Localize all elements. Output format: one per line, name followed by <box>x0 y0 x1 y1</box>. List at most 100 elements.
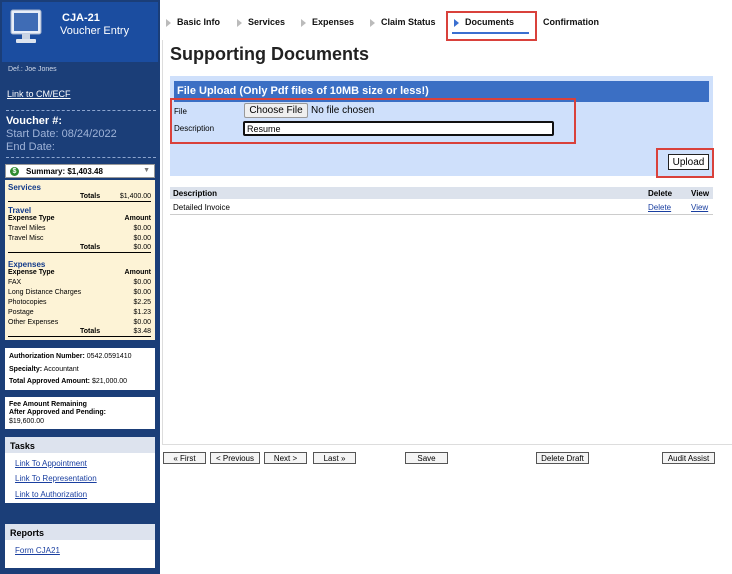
tasks-panel: Tasks Link To Appointment Link To Repres… <box>5 437 155 503</box>
row-label: Postage <box>8 309 34 316</box>
tasks-heading: Tasks <box>5 437 155 453</box>
form-subtitle: Voucher Entry <box>60 25 130 37</box>
save-button[interactable]: Save <box>405 452 448 464</box>
link-cmecf[interactable]: Link to CM/ECF <box>7 89 71 99</box>
row-value: $0.00 <box>133 279 151 286</box>
dollar-icon: $ <box>10 167 19 176</box>
fee-label-1: Fee Amount Remaining <box>9 401 87 408</box>
tab-label: Claim Status <box>381 17 436 27</box>
fee-label-2: After Approved and Pending: <box>9 409 106 416</box>
arrow-icon <box>237 18 242 27</box>
expenses-totals-row: Totals $3.48 <box>8 328 151 337</box>
row-label: Other Expenses <box>8 319 59 326</box>
services-heading: Services <box>8 183 41 192</box>
value: $21,000.00 <box>91 378 128 385</box>
arrow-icon <box>166 18 171 27</box>
totals-value: $3.48 <box>133 328 151 335</box>
specialty: Specialty: Accountant <box>9 366 79 373</box>
fee-value: $19,600.00 <box>9 418 45 425</box>
summary-total: Summary: $1,403.48 <box>26 167 103 176</box>
tab-services[interactable]: Services <box>237 17 285 27</box>
first-button[interactable]: « First <box>163 452 206 464</box>
divider <box>6 157 156 158</box>
summary-panel: Services Totals $1,400.00 Travel Expense… <box>5 180 155 340</box>
defendant-name: Def.: Joe Jones <box>8 66 57 73</box>
arrow-icon <box>370 18 375 27</box>
link-form-cja21[interactable]: Form CJA21 <box>15 546 60 555</box>
row-value: $0.00 <box>133 289 151 296</box>
row-label: FAX <box>8 279 22 286</box>
highlight-box <box>170 98 576 144</box>
services-totals-row: Totals $1,400.00 <box>8 193 151 202</box>
monitor-icon <box>10 9 42 43</box>
row-value: $0.00 <box>133 235 151 242</box>
travel-row: Travel Misc $0.00 <box>8 235 151 242</box>
authorization-number: Authorization Number: 0542.0591410 <box>9 353 132 360</box>
tab-label: Basic Info <box>177 17 221 27</box>
travel-heading: Travel <box>8 206 32 215</box>
table-header: Description Delete View <box>170 187 713 199</box>
travel-row: Travel Miles $0.00 <box>8 225 151 232</box>
col-expense-type: Expense Type <box>8 269 55 276</box>
col-amount: Amount <box>124 215 151 222</box>
reports-panel: Reports Form CJA21 <box>5 524 155 568</box>
tab-label: Services <box>248 17 286 27</box>
highlight-box <box>656 148 714 178</box>
tab-confirmation[interactable]: Confirmation <box>543 17 599 27</box>
tab-basic-info[interactable]: Basic Info <box>166 17 220 27</box>
table-row: Detailed Invoice Delete View <box>170 201 713 215</box>
travel-totals-row: Totals $0.00 <box>8 244 151 253</box>
fee-remaining-box: Fee Amount Remaining After Approved and … <box>5 397 155 429</box>
previous-button[interactable]: < Previous <box>210 452 260 464</box>
row-value: $0.00 <box>133 319 151 326</box>
expense-row: Photocopies $2.25 <box>8 299 151 306</box>
row-value: $0.00 <box>133 225 151 232</box>
expense-row: FAX $0.00 <box>8 279 151 286</box>
cell-description: Detailed Invoice <box>173 203 230 212</box>
end-date: End Date: <box>6 141 55 153</box>
page-title: Supporting Documents <box>170 44 369 64</box>
value: 0542.0591410 <box>86 353 132 360</box>
form-header: CJA-21 Voucher Entry <box>2 2 158 62</box>
last-button[interactable]: Last » <box>313 452 356 464</box>
expense-row: Postage $1.23 <box>8 309 151 316</box>
header-description: Description <box>173 189 218 198</box>
total-approved: Total Approved Amount: $21,000.00 <box>9 378 127 385</box>
view-link[interactable]: View <box>691 203 708 212</box>
header-view: View <box>691 189 710 198</box>
header-delete: Delete <box>648 189 673 198</box>
label: Specialty: <box>9 366 43 373</box>
divider <box>162 444 732 445</box>
highlight-box <box>446 11 537 41</box>
tab-label: Expenses <box>312 17 355 27</box>
totals-label: Totals <box>80 244 101 251</box>
totals-value: $1,400.00 <box>119 193 151 200</box>
tab-claim-status[interactable]: Claim Status <box>370 17 436 27</box>
audit-assist-button[interactable]: Audit Assist <box>662 452 715 464</box>
expense-row: Long Distance Charges $0.00 <box>8 289 151 296</box>
row-value: $1.23 <box>133 309 151 316</box>
expenses-col-header: Expense Type Amount <box>8 269 151 276</box>
totals-value: $0.00 <box>133 244 151 251</box>
value: Accountant <box>43 366 79 373</box>
row-label: Travel Miles <box>8 225 46 232</box>
row-label: Photocopies <box>8 299 47 306</box>
link-appointment[interactable]: Link To Appointment <box>15 459 87 468</box>
row-label: Long Distance Charges <box>8 289 82 296</box>
expense-row: Other Expenses $0.00 <box>8 319 151 326</box>
label: Total Approved Amount: <box>9 378 91 385</box>
tab-expenses[interactable]: Expenses <box>301 17 354 27</box>
delete-link[interactable]: Delete <box>648 203 671 212</box>
chevron-down-icon: ▼ <box>143 167 150 174</box>
authorization-box: Authorization Number: 0542.0591410 Speci… <box>5 348 155 390</box>
summary-dropdown[interactable]: $ Summary: $1,403.48 ▼ <box>5 164 155 178</box>
link-authorization[interactable]: Link to Authorization <box>15 490 87 499</box>
col-amount: Amount <box>124 269 151 276</box>
divider <box>6 110 156 111</box>
expenses-heading: Expenses <box>8 260 46 269</box>
travel-col-header: Expense Type Amount <box>8 215 151 222</box>
delete-draft-button[interactable]: Delete Draft <box>536 452 589 464</box>
voucher-number: Voucher #: <box>6 115 63 127</box>
next-button[interactable]: Next > <box>264 452 307 464</box>
link-representation[interactable]: Link To Representation <box>15 474 97 483</box>
